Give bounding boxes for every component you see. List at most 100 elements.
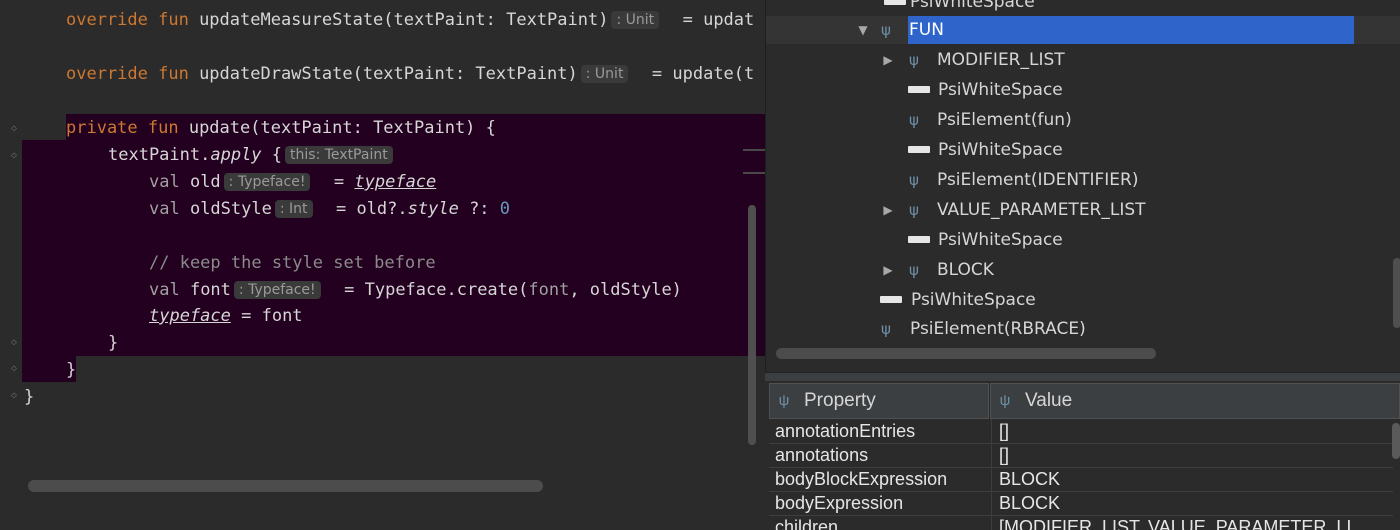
tree-node[interactable]: PsiWhiteSpace [766,286,1400,314]
expand-arrow-icon[interactable]: ▶ [881,256,895,284]
tree-node[interactable]: ψ PsiElement(fun) [766,106,1400,134]
type-hint: : Unit [611,11,660,29]
tree-node[interactable]: PsiWhiteSpace [766,76,1400,104]
column-header-value[interactable]: ψ Value [990,383,1400,419]
brace: } [108,333,119,353]
brace: } [24,387,35,407]
property-name: annotationEntries [775,421,916,441]
tree-node[interactable]: ▶ ψ MODIFIER_LIST [766,46,1400,74]
property-ref: typeface [354,172,437,192]
scroll-marker [743,149,765,151]
variable-name: font [189,280,231,300]
property-name: children [775,517,839,530]
code-line[interactable]: override fun updateDrawState(textPaint: … [66,61,754,87]
property-ref: typeface [149,306,231,326]
tree-node-selected[interactable]: ▼ ψ FUN [766,16,1400,44]
variable-name: old [189,172,221,192]
editor-horizontal-scrollbar[interactable] [28,480,543,492]
tree-node[interactable]: ▶ ψ BLOCK [766,256,1400,284]
expand-arrow-icon[interactable]: ▶ [881,196,895,224]
whitespace-icon [884,0,906,5]
function-name: update [188,118,251,138]
tree-node-label: PsiElement(fun) [937,110,1072,130]
fold-icon[interactable]: ◇ [9,124,19,134]
code-line[interactable]: } [66,357,76,383]
keyword: private fun [66,118,189,138]
property-value: [] [999,445,1010,465]
tree-node[interactable]: PsiWhiteSpace [766,136,1400,164]
property-value: BLOCK [999,493,1061,513]
code-line[interactable]: val oldStyle: Int = old?.style ?: 0 [149,196,510,222]
table-row[interactable]: children [MODIFIER_LIST, VALUE_PARAMETER… [769,515,1393,530]
keyword: override fun [66,10,200,30]
brace: } [66,360,77,380]
table-row[interactable]: annotationEntries [] [769,419,1393,443]
psi-icon: ψ [909,261,919,279]
tree-node[interactable]: PsiWhiteSpace [766,226,1400,254]
scroll-marker [743,172,765,174]
params: (textPaint: TextPaint) [352,64,578,84]
column-header-property[interactable]: ψ Property [769,383,989,419]
psi-icon: ψ [909,201,919,219]
function-call: apply [210,145,262,165]
psi-icon: ψ [909,171,919,189]
code-line[interactable]: textPaint.apply {this: TextPaint [108,142,396,168]
property-table[interactable]: ψ Property ψ Value annotationEntries [] … [765,381,1400,530]
code-line[interactable]: } [108,330,118,356]
code-line[interactable]: private fun update(textPaint: TextPaint)… [66,115,496,141]
tree-node-label: PsiWhiteSpace [938,230,1063,250]
fold-icon[interactable]: ◇ [9,338,19,348]
property-table-header: ψ Property ψ Value [769,383,1400,419]
tree-node-label: PsiElement(RBRACE) [910,319,1086,339]
code-line[interactable]: override fun updateMeasureState(textPain… [66,7,754,33]
fold-icon[interactable]: ◇ [9,364,19,374]
table-row[interactable]: annotations [] [769,443,1393,467]
keyword: val [149,172,190,192]
code-text: = Typeface.create( [323,280,529,300]
code-text: = updat [662,10,755,30]
code-comment[interactable]: // keep the style set before [149,250,436,276]
fold-icon[interactable]: ◇ [9,151,19,161]
tree-vertical-scrollbar[interactable] [1393,258,1400,328]
code-text: = [313,172,355,192]
table-row[interactable]: bodyBlockExpression BLOCK [769,467,1393,491]
property-table-scrollbar[interactable] [1392,423,1400,459]
tree-node-label: VALUE_PARAMETER_LIST [937,200,1146,220]
code-editor[interactable]: ◇ ◇ ◇ ◇ ◇ override fun updateMeasureStat… [0,0,765,530]
property-value: BLOCK [999,469,1061,489]
whitespace-icon [908,236,930,243]
tree-node-label: BLOCK [937,260,994,280]
receiver-hint: this: TextPaint [285,146,393,164]
code-line[interactable]: val old: Typeface! = typeface [149,169,436,195]
psi-tree-panel[interactable]: PsiWhiteSpace ▼ ψ FUN ▶ ψ MODIFIER_LIST … [765,0,1400,372]
tree-node-label: MODIFIER_LIST [937,50,1065,70]
table-row[interactable]: bodyExpression BLOCK [769,491,1393,515]
tree-node[interactable]: ψ PsiElement(IDENTIFIER) [766,166,1400,194]
type-hint: : Unit [580,65,629,83]
collapse-arrow-icon[interactable]: ▼ [856,16,870,44]
tree-node-label: PsiElement(IDENTIFIER) [937,170,1139,190]
property-name: annotations [775,445,869,465]
tree-node[interactable]: ψ PsiElement(RBRACE) [766,315,1400,343]
psi-icon: ψ [778,392,790,409]
tree-node[interactable]: PsiWhiteSpace [766,0,1400,16]
expand-arrow-icon[interactable]: ▶ [881,46,895,74]
keyword: val [149,280,190,300]
column-header-label: Value [1025,390,1073,411]
code-line[interactable]: } [24,384,34,410]
editor-vertical-scrollbar[interactable] [748,205,756,445]
code-line[interactable]: typeface = font [149,303,303,329]
tree-node[interactable]: ▶ ψ VALUE_PARAMETER_LIST [766,196,1400,224]
tree-node-label: PsiWhiteSpace [938,140,1063,160]
brace: { [261,145,283,165]
editor-gutter: ◇ ◇ ◇ ◇ ◇ [0,0,24,470]
fold-icon[interactable]: ◇ [9,391,19,401]
property-name: bodyExpression [775,493,904,513]
number-literal: 0 [499,199,511,219]
variable-name: oldStyle [189,199,272,219]
tree-horizontal-scrollbar[interactable] [776,348,1156,359]
tree-node-label: PsiWhiteSpace [910,0,1035,12]
code-line[interactable]: val font: Typeface! = Typeface.create(fo… [149,277,682,303]
code-text: = update(t [631,64,755,84]
psi-icon: ψ [999,392,1011,409]
